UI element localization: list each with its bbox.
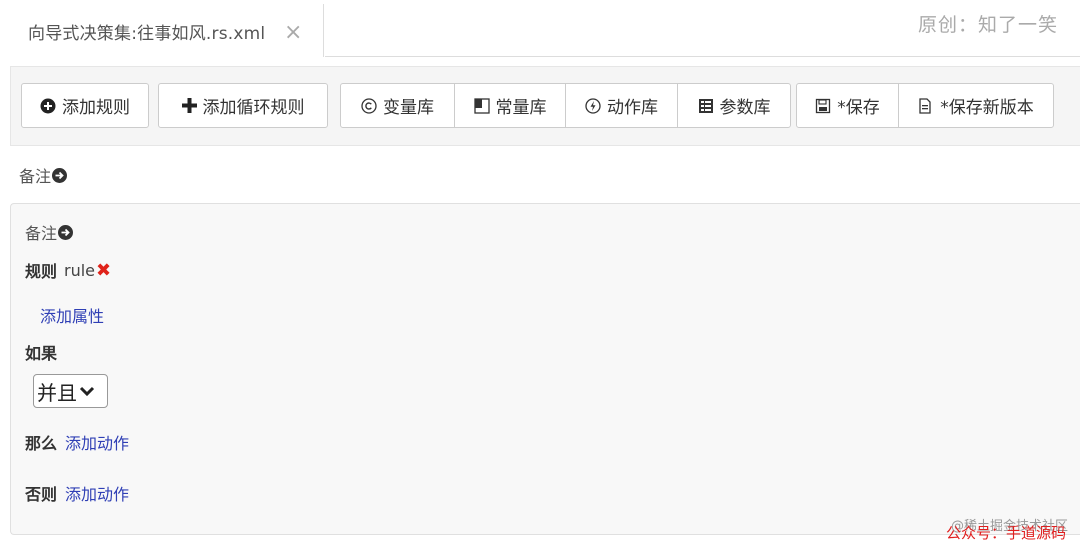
save-new-version-label: *保存新版本 — [940, 98, 1034, 118]
parameter-library-label: 参数库 — [719, 98, 771, 118]
save-new-version-button[interactable]: *保存新版本 — [898, 83, 1054, 128]
tab-title: 向导式决策集:往事如风.rs.xml — [28, 24, 266, 44]
arrow-circle-right-icon[interactable] — [58, 224, 74, 240]
image-icon — [473, 97, 490, 114]
then-section: 那么 添加动作 — [25, 430, 129, 454]
document-copy-icon — [918, 97, 934, 114]
parameter-library-button[interactable]: 参数库 — [677, 83, 791, 128]
plus-circle-icon — [40, 98, 56, 114]
condition-join-select[interactable]: 并且 — [33, 374, 108, 408]
add-property-label: 添加属性 — [40, 307, 105, 326]
add-property-link[interactable]: 添加属性 — [40, 303, 104, 327]
constant-library-button[interactable]: 常量库 — [454, 83, 566, 128]
save-label: *保存 — [837, 98, 880, 118]
add-rule-label: 添加规则 — [62, 98, 130, 118]
add-rule-button[interactable]: 添加规则 — [21, 83, 149, 128]
flash-icon — [585, 97, 601, 114]
tab-bar-divider — [325, 56, 1080, 57]
arrow-circle-right-icon[interactable] — [52, 167, 68, 183]
save-button[interactable]: *保存 — [796, 83, 899, 128]
remark-toggle[interactable]: 备注 — [19, 163, 68, 187]
account-watermark: 公众号：手道源码 — [945, 524, 1066, 542]
author-watermark: 原创：知了一笑 — [917, 14, 1058, 36]
remark-label: 备注 — [19, 167, 52, 186]
condition-join-value: 并且 — [37, 380, 77, 405]
add-loop-rule-button[interactable]: 添加循环规则 — [158, 83, 328, 128]
rule-panel: 备注 规则 rule ✖ 添加属性 如果 并且 那么 添加动作 否则 添加动作 — [10, 203, 1080, 535]
toolbar: 添加规则 添加循环规则 变量库 常量库 动作库 参数库 *保存 *保存新版本 — [10, 66, 1080, 146]
chevron-down-icon — [78, 379, 96, 403]
rule-remark-toggle[interactable]: 备注 — [25, 220, 74, 244]
rule-name[interactable]: rule — [64, 261, 95, 280]
list-grid-icon — [698, 98, 714, 114]
floppy-disk-icon — [815, 98, 831, 114]
rule-header: 规则 rule ✖ — [25, 258, 111, 282]
action-library-button[interactable]: 动作库 — [565, 83, 678, 128]
add-loop-rule-label: 添加循环规则 — [202, 98, 305, 118]
action-library-label: 动作库 — [607, 98, 658, 118]
plus-icon — [181, 98, 197, 113]
else-label: 否则 — [25, 485, 58, 504]
if-label: 如果 — [25, 344, 58, 363]
variable-library-button[interactable]: 变量库 — [340, 83, 455, 128]
else-add-action-link[interactable]: 添加动作 — [65, 485, 129, 504]
delete-icon[interactable]: ✖ — [96, 260, 111, 281]
variable-library-label: 变量库 — [383, 98, 434, 118]
then-add-action-link[interactable]: 添加动作 — [65, 434, 129, 453]
constant-library-label: 常量库 — [495, 98, 547, 118]
copyright-icon — [361, 97, 377, 114]
then-label: 那么 — [25, 434, 58, 453]
else-section: 否则 添加动作 — [25, 481, 129, 505]
close-icon[interactable]: × — [284, 22, 302, 44]
rule-label: 规则 — [25, 262, 58, 281]
tab-bar: 向导式决策集:往事如风.rs.xml × 原创：知了一笑 — [0, 0, 1080, 58]
rule-remark-label: 备注 — [25, 224, 58, 243]
tab-rule-set-file[interactable]: 向导式决策集:往事如风.rs.xml × — [12, 4, 324, 57]
